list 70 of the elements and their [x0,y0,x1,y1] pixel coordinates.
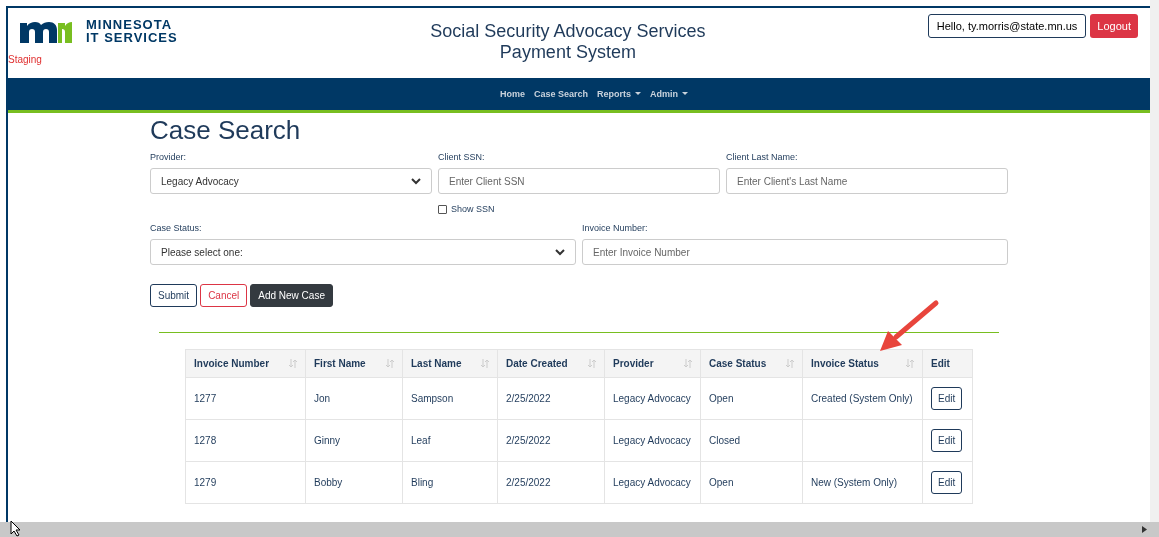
nav-link[interactable]: Home [499,89,525,99]
field-label: Invoice Number: [582,223,649,233]
table-cell: Legacy Advocacy [604,461,701,504]
table-cell: Open [700,461,803,504]
provider-select[interactable]: Legacy Advocacy [150,168,432,194]
table-cell: Legacy Advocacy [604,419,701,462]
logo-text: IT SERVICES [86,31,178,44]
app-title: Social Security Advocacy Services [430,21,706,42]
table-cell: 2/25/2022 [497,461,605,504]
cancel-button[interactable]: Cancel [200,284,248,307]
table-cell: New (System Only) [802,461,923,504]
ssn-field[interactable]: Enter Client SSN [438,168,720,194]
table-cell: 2/25/2022 [497,377,605,420]
column-header[interactable]: Invoice Status [802,349,923,378]
sort-icon [684,359,692,368]
column-header[interactable]: Case Status [700,349,803,378]
nav-link[interactable]: Admin [650,89,689,99]
edit-button[interactable]: Edit [931,429,963,452]
scroll-right-icon[interactable] [1142,526,1147,533]
column-header[interactable]: First Name [305,349,403,378]
field-label: Provider: [150,152,187,162]
environment-label: Staging [8,54,43,65]
page-title: Case Search [150,115,302,146]
table-cell: 2/25/2022 [497,419,605,462]
column-header[interactable]: Last Name [402,349,498,378]
chevron-icon [411,177,421,185]
table-cell: Created (System Only) [802,377,923,420]
nav-link[interactable]: Case Search [533,89,588,99]
vertical-scrollbar[interactable] [1150,0,1159,522]
edit-button[interactable]: Edit [931,387,963,410]
table-cell: Jon [305,377,403,420]
column-header[interactable]: Provider [604,349,701,378]
nav-link[interactable]: Reports [597,89,642,99]
table-cell: Bling [402,461,498,504]
invoice-number-field[interactable]: Enter Invoice Number [582,239,1008,265]
table-cell: 1278 [185,419,306,462]
table-cell: Bobby [305,461,403,504]
app-title: Payment System [499,42,636,63]
sort-icon [386,359,394,368]
last-name-field[interactable]: Enter Client's Last Name [726,168,1008,194]
field-label: Case Status: [150,223,203,233]
add-button[interactable]: Add New Case [250,284,333,307]
table-cell: 1279 [185,461,306,504]
table-cell: Open [700,377,803,420]
table-cell: Ginny [305,419,403,462]
show-ssn-checkbox[interactable] [438,204,447,214]
column-header[interactable]: Invoice Number [185,349,306,378]
edit-button[interactable]: Edit [931,471,963,494]
sort-icon [289,359,297,368]
field-label: Client Last Name: [726,152,799,162]
table-cell: Leaf [402,419,498,462]
case-status-select[interactable]: Please select one: [150,239,576,265]
checkbox-label: Show SSN [451,204,495,214]
table-cell: Closed [700,419,803,462]
column-header[interactable]: Edit [922,349,973,378]
column-header[interactable]: Date Created [497,349,605,378]
table-cell: 1277 [185,377,306,420]
logout-button[interactable]: Logout [1090,14,1138,38]
horizontal-scrollbar[interactable] [0,522,1159,537]
field-label: Client SSN: [438,152,486,162]
table-cell: Legacy Advocacy [604,377,701,420]
sort-icon [786,359,794,368]
chevron-icon [555,248,565,256]
table-cell: Sampson [402,377,498,420]
sort-icon [588,359,596,368]
sort-icon [906,359,914,368]
sort-icon [481,359,489,368]
submit-button[interactable]: Submit [150,284,198,307]
logo-text: MINNESOTA [86,18,174,31]
user-button[interactable]: Hello, ty.morris@state.mn.us [927,14,1087,38]
